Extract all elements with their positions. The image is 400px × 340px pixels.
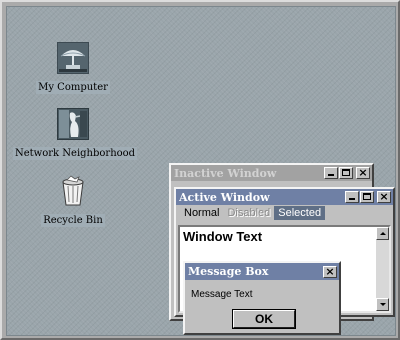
close-icon: × [358,166,368,179]
network-neighborhood-icon [57,108,89,140]
close-button[interactable]: × [323,264,337,278]
close-icon: × [325,264,335,278]
vertical-scrollbar[interactable] [376,227,389,311]
menu-item-selected[interactable]: Selected [274,206,326,220]
desktop: My Computer Network Neighborhood Recycle… [6,6,396,336]
appearance-preview-frame: My Computer Network Neighborhood Recycle… [0,0,400,340]
menu-bar: Normal Disabled Selected [176,205,393,221]
close-button[interactable]: × [356,166,370,179]
minimize-icon [349,198,355,200]
active-window-titlebar[interactable]: Active Window × [176,189,393,205]
inactive-window-title: Inactive Window [174,166,277,180]
message-box-title: Message Box [188,265,269,278]
message-box[interactable]: Message Box × Message Text OK [183,261,341,335]
desktop-icon-label: My Computer [36,81,110,94]
maximize-icon [363,193,371,200]
desktop-icon-recycle-bin[interactable]: Recycle Bin [38,174,108,227]
maximize-button[interactable] [360,191,374,203]
maximize-button[interactable] [339,167,353,179]
window-text: Window Text [183,229,263,244]
inactive-window-titlebar[interactable]: Inactive Window × [171,165,372,181]
scroll-up-button[interactable] [376,227,389,240]
arrow-up-icon [380,232,386,235]
desktop-icon-my-computer[interactable]: My Computer [33,41,113,94]
menu-item-normal[interactable]: Normal [180,206,223,220]
close-icon: × [379,190,389,203]
arrow-down-icon [380,303,386,306]
desktop-icon-network-neighborhood[interactable]: Network Neighborhood [13,107,138,160]
message-box-titlebar[interactable]: Message Box × [185,263,339,280]
desktop-icon-label: Recycle Bin [41,214,105,227]
active-window-title: Active Window [179,190,270,204]
minimize-button[interactable] [345,191,359,203]
minimize-button[interactable] [324,167,338,179]
my-computer-icon [57,42,89,74]
maximize-icon [342,169,350,176]
ok-button[interactable]: OK [232,309,296,329]
message-text: Message Text [191,289,253,300]
close-button[interactable]: × [377,190,391,203]
desktop-icon-label: Network Neighborhood [13,147,138,160]
recycle-bin-icon [62,175,84,206]
menu-item-disabled: Disabled [227,207,271,219]
minimize-icon [328,174,334,176]
scroll-down-button[interactable] [376,298,389,311]
